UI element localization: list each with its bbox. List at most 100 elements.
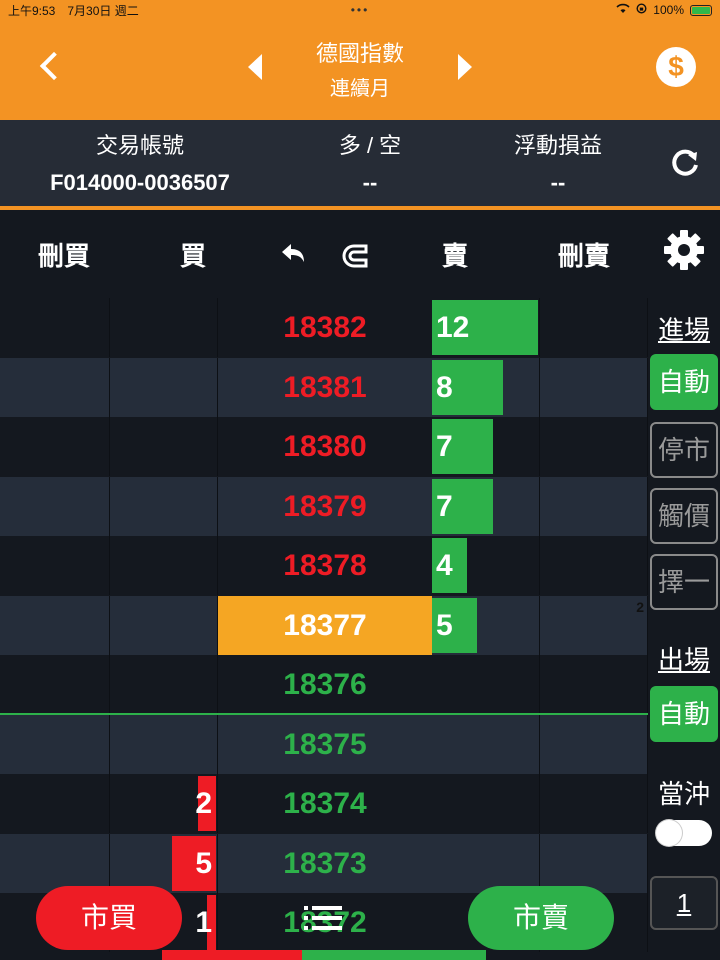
price-cell[interactable]: 18373	[218, 834, 432, 893]
ladder-column-header: 刪買 買 賣 刪賣	[0, 210, 720, 298]
sell-quantity[interactable]: 5	[436, 596, 453, 655]
refresh-icon[interactable]	[668, 146, 702, 180]
battery-icon	[690, 4, 712, 16]
buy-quantity[interactable]: 5	[195, 834, 212, 893]
delete-buy-cell[interactable]	[0, 596, 110, 655]
account-value[interactable]: F014000-0036507	[10, 170, 270, 196]
price-ladder: 18372 1 18373 5 18374 2 18375 18376 18377 2 5 18378…	[0, 298, 648, 960]
ladder-row: 18374 2	[0, 774, 648, 833]
price-cell[interactable]: 18379	[218, 477, 432, 536]
delete-buy-cell[interactable]	[0, 536, 110, 595]
entry-oco-button[interactable]: 擇一	[650, 554, 718, 610]
delete-sell-cell[interactable]	[540, 834, 648, 893]
status-bar: 上午9:53 7月30日 週二 ••• 100%	[0, 0, 720, 20]
ladder-row: 18373 5	[0, 834, 648, 893]
delete-sell-cell[interactable]	[540, 596, 648, 655]
buy-cell[interactable]	[110, 477, 218, 536]
dollar-icon[interactable]: $	[656, 47, 696, 87]
sell-quantity[interactable]: 7	[436, 477, 453, 536]
price-cell[interactable]: 18378	[218, 536, 432, 595]
col-sell: 賣	[441, 241, 468, 271]
entry-trigger-button[interactable]: 觸價	[650, 488, 718, 544]
entry-section-label: 進場	[657, 315, 710, 345]
position-label: 多 / 空	[338, 133, 402, 158]
col-delete-buy[interactable]: 刪買	[0, 236, 128, 273]
delete-buy-cell[interactable]	[0, 298, 110, 357]
ladder-row: 18380 7	[0, 417, 648, 476]
ladder-row: 18381 8	[0, 358, 648, 417]
delete-buy-cell[interactable]	[0, 417, 110, 476]
price-cell[interactable]: 18382	[218, 298, 432, 357]
sell-quantity[interactable]: 8	[436, 358, 453, 417]
price-cell[interactable]: 18381	[218, 358, 432, 417]
buy-cell[interactable]	[110, 358, 218, 417]
position-value: --	[362, 170, 378, 195]
sell-strength-bar	[302, 950, 486, 960]
price-cell[interactable]: 18376	[218, 655, 432, 714]
delete-buy-cell[interactable]	[0, 358, 110, 417]
col-delete-sell[interactable]: 刪賣	[520, 236, 648, 273]
last-trade-qty: 2	[636, 599, 644, 615]
list-menu-icon[interactable]	[300, 900, 346, 936]
header: 德國指數 連續月 $	[0, 20, 720, 120]
account-bar: 交易帳號 F014000-0036507 多 / 空 -- 浮動損益 --	[0, 120, 720, 206]
sell-quantity[interactable]: 7	[436, 417, 453, 476]
buy-cell[interactable]	[110, 536, 218, 595]
buy-quantity[interactable]: 2	[195, 774, 212, 833]
last-price-divider	[0, 713, 648, 715]
entry-auto-button[interactable]: 自動	[650, 354, 718, 410]
delete-buy-cell[interactable]	[0, 715, 110, 774]
price-cell[interactable]: 18374	[218, 774, 432, 833]
sell-quantity[interactable]: 4	[436, 536, 453, 595]
daytrade-toggle[interactable]	[656, 820, 712, 846]
ladder-row: 18376	[0, 655, 648, 714]
buy-cell[interactable]	[110, 417, 218, 476]
exit-auto-button[interactable]: 自動	[650, 686, 718, 742]
next-contract-icon[interactable]	[458, 54, 472, 80]
delete-sell-cell[interactable]	[540, 655, 648, 714]
gear-icon[interactable]	[662, 228, 706, 272]
ladder-row: 18375	[0, 715, 648, 774]
price-cell[interactable]: 18375	[218, 715, 432, 774]
market-buy-button[interactable]: 市買	[36, 886, 182, 950]
sell-cell[interactable]	[432, 715, 540, 774]
delete-buy-cell[interactable]	[0, 655, 110, 714]
delete-sell-cell[interactable]	[540, 358, 648, 417]
side-panel: 進場 自動 停市 觸價 擇一 出場 自動 當沖 1	[648, 298, 720, 960]
delete-buy-cell[interactable]	[0, 774, 110, 833]
buy-cell[interactable]	[110, 655, 218, 714]
daytrade-label: 當沖	[657, 779, 710, 809]
product-subtitle[interactable]: 連續月	[260, 72, 460, 101]
delete-sell-cell[interactable]	[540, 417, 648, 476]
delete-buy-cell[interactable]	[0, 477, 110, 536]
back-button[interactable]	[32, 42, 72, 92]
delete-sell-cell[interactable]	[540, 715, 648, 774]
product-title[interactable]: 德國指數	[260, 36, 460, 68]
quantity-field[interactable]: 1	[650, 876, 718, 930]
multitask-dots-icon[interactable]: •••	[0, 3, 720, 17]
delete-buy-cell[interactable]	[0, 834, 110, 893]
sell-quantity[interactable]: 12	[436, 298, 469, 357]
delete-sell-cell[interactable]	[540, 298, 648, 357]
buy-cell[interactable]	[110, 596, 218, 655]
buy-quantity[interactable]: 1	[195, 893, 212, 952]
sell-cell[interactable]	[432, 774, 540, 833]
buy-cell[interactable]	[110, 298, 218, 357]
sell-cell[interactable]	[432, 655, 540, 714]
pnl-label: 浮動損益	[513, 133, 602, 158]
undo-icon[interactable]	[278, 240, 310, 268]
delete-sell-cell[interactable]	[540, 477, 648, 536]
sell-cell[interactable]	[432, 834, 540, 893]
col-buy: 買	[179, 241, 206, 271]
ladder-row: 18379 7	[0, 477, 648, 536]
delete-sell-cell[interactable]	[540, 774, 648, 833]
delete-sell-cell[interactable]	[540, 536, 648, 595]
exit-section-label: 出場	[657, 645, 710, 675]
ladder-row: 18382 12	[0, 298, 648, 357]
buy-cell[interactable]	[110, 715, 218, 774]
price-cell[interactable]: 18380	[218, 417, 432, 476]
price-cell[interactable]: 18377	[218, 596, 432, 655]
entry-stop-market-button[interactable]: 停市	[650, 422, 718, 478]
magnet-icon[interactable]	[336, 240, 372, 272]
market-sell-button[interactable]: 市賣	[468, 886, 614, 950]
